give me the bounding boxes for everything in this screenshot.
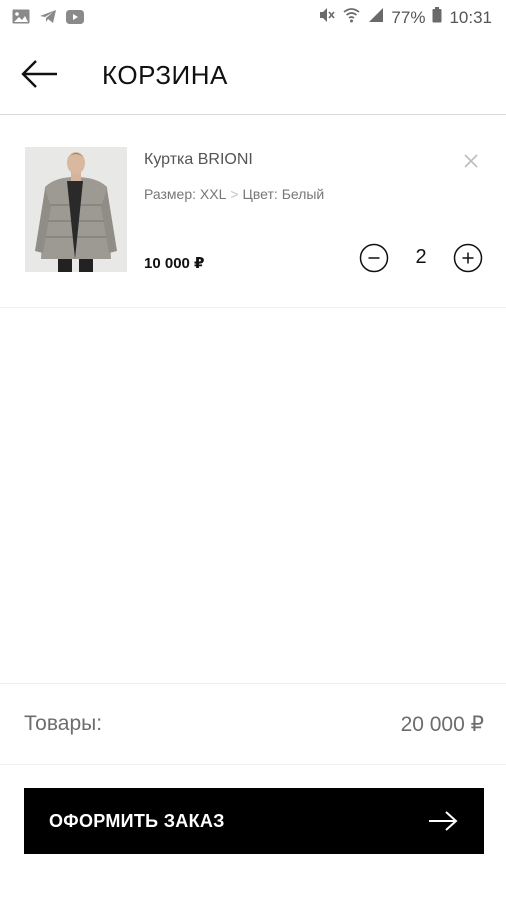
mute-icon — [318, 7, 336, 28]
remove-item-button[interactable] — [459, 149, 483, 173]
checkout-button-label: ОФОРМИТЬ ЗАКАЗ — [49, 811, 225, 831]
app-header: КОРЗИНА — [0, 34, 506, 115]
totals-label: Товары: — [24, 712, 103, 735]
arrow-right-icon — [429, 811, 458, 831]
battery-icon — [432, 7, 442, 28]
wifi-icon — [343, 7, 360, 28]
totals-divider-bottom — [0, 764, 506, 765]
totals-value: 20 000 ₽ — [400, 713, 484, 736]
item-price: 10 000 ₽ — [144, 255, 205, 272]
plus-circle-icon — [453, 243, 483, 273]
minus-circle-icon — [359, 243, 389, 273]
product-image[interactable] — [25, 147, 127, 272]
quantity-value: 2 — [415, 246, 427, 268]
gallery-icon — [12, 9, 30, 29]
totals-divider — [0, 683, 506, 684]
item-attributes: Размер: XXL > Цвет: Белый — [144, 186, 324, 202]
cart-item: Куртка BRIONI Размер: XXL > Цвет: Белый 10… — [0, 115, 506, 308]
youtube-icon — [66, 9, 84, 29]
quantity-decrease-button[interactable] — [359, 243, 389, 273]
signal-icon — [367, 7, 384, 28]
quantity-increase-button[interactable] — [453, 243, 483, 273]
battery-percent: 77% — [391, 7, 426, 27]
close-icon — [464, 154, 478, 168]
attribute-separator: > — [230, 186, 239, 202]
item-size: Размер: XXL — [144, 186, 227, 202]
notification-icons — [12, 9, 84, 29]
item-color: Цвет: Белый — [242, 186, 325, 202]
back-button[interactable] — [20, 56, 60, 92]
checkout-button[interactable]: ОФОРМИТЬ ЗАКАЗ — [24, 788, 484, 854]
system-status: 77% 10:31 — [318, 7, 492, 28]
clock: 10:31 — [449, 7, 492, 27]
telegram-icon — [39, 9, 57, 29]
page-title: КОРЗИНА — [102, 60, 228, 90]
arrow-left-icon — [21, 60, 57, 88]
status-bar: 77% 10:31 — [0, 0, 506, 34]
item-name[interactable]: Куртка BRIONI — [144, 151, 253, 169]
